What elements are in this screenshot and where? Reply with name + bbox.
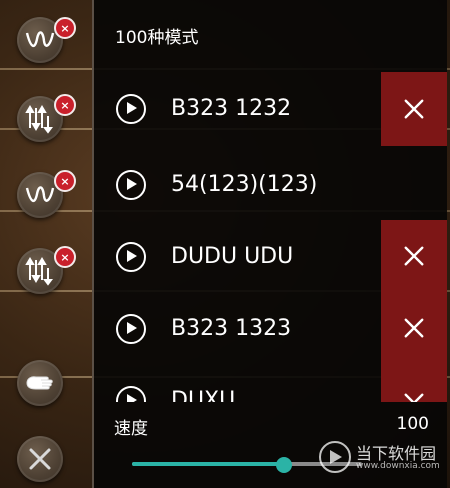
strum-arrows-icon: [25, 105, 53, 134]
wave-icon: [25, 31, 55, 47]
delete-pattern-button[interactable]: [381, 364, 447, 402]
close-icon: [404, 318, 424, 338]
watermark-url: www.downxia.com: [356, 461, 440, 471]
wave-icon: [25, 186, 55, 202]
play-icon[interactable]: [116, 386, 146, 402]
speed-slider-fill: [132, 462, 284, 466]
play-icon[interactable]: [116, 170, 146, 200]
close-icon: [29, 448, 51, 470]
close-icon: [404, 246, 424, 266]
close-icon: [404, 99, 424, 119]
close-icon: [404, 393, 424, 402]
remove-badge[interactable]: ×: [54, 246, 76, 268]
pattern-label: DUXU: [171, 388, 236, 402]
close-button[interactable]: [17, 436, 63, 482]
pattern-row[interactable]: DUDU UDU: [94, 220, 447, 294]
speed-label: 速度: [114, 419, 148, 439]
pattern-label: 54(123)(123): [171, 172, 318, 197]
play-icon[interactable]: [116, 242, 146, 272]
pattern-row[interactable]: DUXU: [94, 364, 447, 402]
hand-icon: [26, 376, 53, 390]
remove-badge[interactable]: ×: [54, 94, 76, 116]
remove-badge[interactable]: ×: [54, 170, 76, 192]
pattern-row[interactable]: B323 1323: [94, 292, 447, 366]
pattern-panel: 100种模式 B323 1232 54(123)(123) DUDU UDU B…: [92, 0, 447, 488]
panel-title: 100种模式: [115, 28, 199, 48]
hand-button[interactable]: [17, 360, 63, 406]
pattern-label: B323 1323: [171, 316, 292, 341]
pattern-row[interactable]: 54(123)(123): [94, 148, 447, 222]
speed-value: 100: [396, 414, 429, 434]
speed-slider-thumb[interactable]: [275, 457, 292, 473]
strum-arrows-icon: [25, 257, 53, 286]
delete-pattern-button[interactable]: [381, 72, 447, 146]
watermark-logo: [319, 441, 351, 473]
remove-badge[interactable]: ×: [54, 17, 76, 39]
play-icon[interactable]: [116, 94, 146, 124]
delete-pattern-button[interactable]: [381, 220, 447, 292]
play-icon[interactable]: [116, 314, 146, 344]
pattern-row[interactable]: B323 1232: [94, 72, 447, 146]
pattern-label: DUDU UDU: [171, 244, 294, 269]
delete-pattern-button[interactable]: [381, 292, 447, 364]
pattern-label: B323 1232: [171, 96, 292, 121]
watermark: 当下软件园 www.downxia.com: [318, 438, 448, 478]
